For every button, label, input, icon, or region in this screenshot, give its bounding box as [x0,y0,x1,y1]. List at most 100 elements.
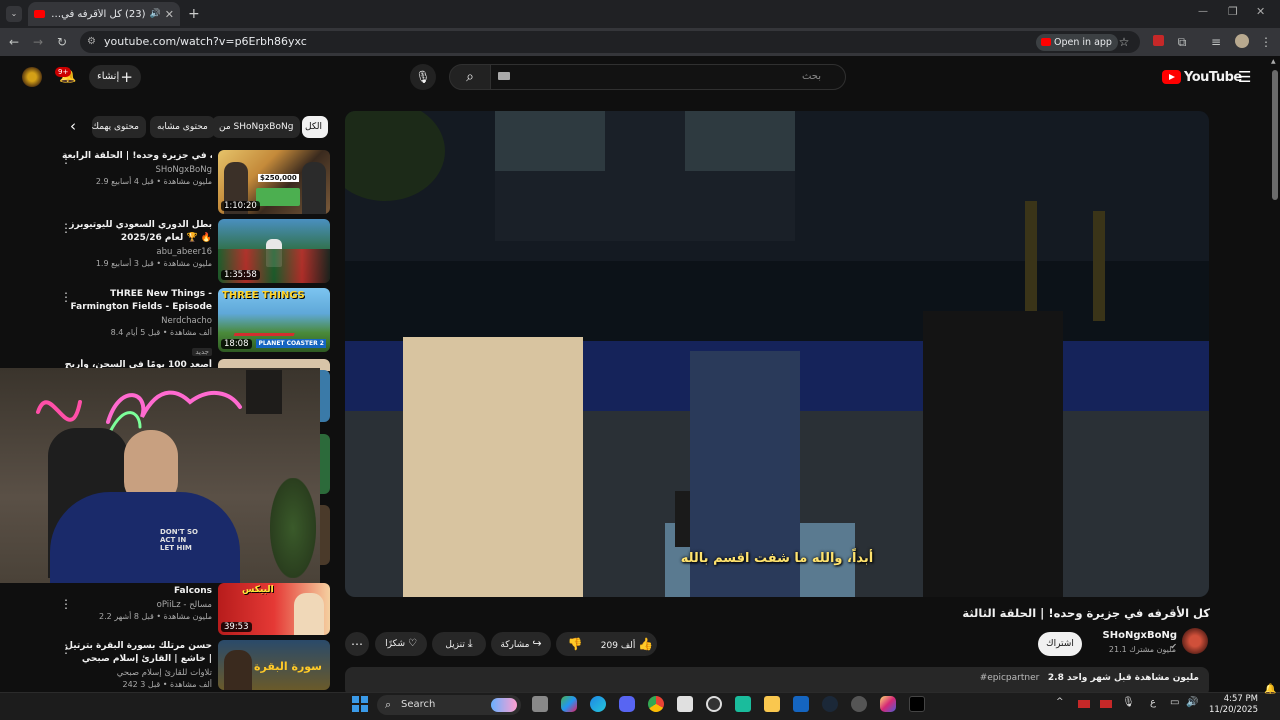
search-button[interactable]: ⌕ [449,64,491,90]
video-player[interactable]: أبداً، والله ما شفت اقسم بالله [345,111,1209,597]
forward-icon[interactable]: → [30,34,46,50]
tray-language[interactable]: ع [1150,697,1156,708]
sidebar-video-item[interactable]: ⋮ THREE New Things - Farmington Fields -… [60,288,330,356]
extensions-puzzle-icon[interactable]: ⧉ [1174,34,1190,50]
tray-red-app-icon[interactable] [1078,700,1090,708]
channel-name[interactable]: Nerdchacho [62,315,212,327]
subscribe-button[interactable]: اشتراك [1038,632,1082,656]
open-in-app-button[interactable]: Open in app [1036,34,1118,51]
tab-close-icon[interactable]: ✕ [165,8,174,21]
app-settings-icon[interactable] [851,696,867,712]
share-button[interactable]: مشاركة ↪ [491,632,551,656]
video-duration: 39:53 [221,622,252,632]
video-thumbnail-partial[interactable] [320,434,330,494]
page-scrollbar-thumb[interactable] [1272,70,1278,200]
create-button[interactable]: إنشاء + [89,65,141,89]
video-thumbnail[interactable]: THREE THINGS PLANET COASTER 2 18:08 [218,288,330,352]
tray-network-icon[interactable]: ▭ [1170,697,1179,708]
chip-all[interactable]: الكل [302,116,328,138]
taskbar-clock[interactable]: 4:57 PM 11/20/2025 [1202,694,1258,716]
sidebar-video-item[interactable]: ⋮ كل الأقرفه في جزيرة وحده! | الحلقة الر… [60,150,330,214]
taskbar-search[interactable]: ⌕ Search [377,695,521,715]
video-thumbnail[interactable]: البيكس 39:53 [218,583,330,635]
extension-red-icon[interactable] [1150,34,1166,50]
chip-related[interactable]: محتوى مشابه [150,116,215,138]
video-title[interactable]: THREE New Things - Farmington Fields - E… [62,288,212,314]
maximize-button[interactable]: ❐ [1228,5,1238,18]
video-scene [345,111,1209,597]
browser-tab[interactable]: ✕ 🔊 (23) كل الأقرفه في جزيرة وحد [28,2,180,26]
like-button[interactable]: 209 ألف 👍 [598,632,656,656]
windows-start-icon[interactable] [352,696,368,712]
tray-red-app-icon[interactable] [1100,700,1112,708]
tab-audio-icon[interactable]: 🔊 [150,9,161,19]
scroll-up-arrow-icon[interactable]: ▲ [1271,58,1276,65]
chip-from-channel[interactable]: من SHoNgxBoNg [212,116,301,138]
instagram-icon[interactable] [880,696,896,712]
youtube-logo[interactable]: YouTube [1162,68,1242,86]
search-keyboard-icon[interactable] [498,72,510,80]
tray-volume-icon[interactable]: 🔊 [1186,697,1198,708]
video-thumbnail-partial[interactable] [320,370,330,422]
video-title[interactable]: بطل الدوري السعودي لليوتيوبرز لعام 2025/… [62,219,212,245]
notification-center-icon[interactable]: 🔔 [1264,684,1276,695]
new-tab-button[interactable]: + [188,6,200,22]
video-duration: 18:08 [221,339,252,349]
tiktok-icon[interactable] [909,696,925,712]
app-teal-icon[interactable] [735,696,751,712]
tray-mic-icon[interactable]: 🎙 [1122,697,1135,708]
chrome-icon[interactable] [648,696,664,712]
description-hashtag[interactable]: #epicpartner [980,673,1040,683]
sidebar-video-item[interactable]: ⋮ حسن مرتلك بسورة البقرة بترتيل خاشع | ا… [60,640,330,690]
video-thumbnail[interactable]: $250,000 1:10:20 [218,150,330,214]
app-blue-icon[interactable] [793,696,809,712]
channel-name[interactable]: oPiiLz - مسالح [62,599,212,611]
video-thumbnail[interactable]: 1:35:58 [218,219,330,283]
tab-search-button[interactable]: ⌄ [6,6,22,22]
channel-avatar[interactable] [1182,628,1208,654]
account-avatar[interactable] [22,67,42,87]
tray-overflow-icon[interactable]: ^ [1056,697,1064,707]
discord-icon[interactable] [619,696,635,712]
create-label: إنشاء [97,71,120,82]
store-icon[interactable] [677,696,693,712]
site-info-icon[interactable]: ⚙ [87,31,96,53]
close-window-button[interactable]: ✕ [1256,5,1265,18]
profile-avatar-icon[interactable] [1234,34,1250,50]
task-view-icon[interactable] [532,696,548,712]
search-input[interactable]: بحث [490,64,846,90]
video-title[interactable]: كل الأقرفه في جزيرة وحده! | الحلقة الراب… [62,150,212,163]
edge-icon[interactable] [590,696,606,712]
chrome-menu-icon[interactable]: ⋮ [1258,34,1274,50]
url-text: youtube.com/watch?v=p6Erbh86yxc [104,35,307,48]
channel-name[interactable]: abu_abeer16 [62,246,212,258]
download-button[interactable]: تنزيل ⤓ [432,632,486,656]
video-thumbnail-partial[interactable] [320,505,330,565]
hamburger-menu-icon[interactable]: ☰ [1238,68,1251,86]
steam-icon[interactable] [822,696,838,712]
video-thumbnail[interactable]: سورة البقرة [218,640,330,690]
video-title[interactable]: Falcons [62,585,212,598]
copilot-icon[interactable] [561,696,577,712]
dislike-button[interactable]: 👎 [560,632,590,656]
video-title-main: كل الأقرفه في جزيرة وحده! | الحلقة الثال… [962,606,1210,620]
obs-icon[interactable] [706,696,722,712]
address-bar[interactable]: ⚙ youtube.com/watch?v=p6Erbh86yxc [80,31,1140,53]
minimize-button[interactable]: — [1198,6,1208,17]
thanks-button[interactable]: شكرًا ♡ [375,632,427,656]
chip-for-you[interactable]: محتوى يهمك [92,116,146,138]
video-title[interactable]: حسن مرتلك بسورة البقرة بترتيل خاشع | الق… [62,640,212,666]
back-icon[interactable]: ← [6,34,22,50]
chips-scroll-left-icon[interactable]: ‹ [70,117,76,135]
sidebar-video-item[interactable]: ⋮ Falcons oPiiLz - مسالح 2.2 مليون مشاهد… [60,583,330,635]
channel-name[interactable]: SHoNgxBoNg [62,164,212,176]
sidebar-video-item[interactable]: ⋮ بطل الدوري السعودي لليوتيوبرز لعام 202… [60,219,330,283]
reload-icon[interactable]: ↻ [54,34,70,50]
file-explorer-icon[interactable] [764,696,780,712]
reading-list-icon[interactable]: ≡ [1208,34,1224,50]
channel-name[interactable]: تلاوات للقارئ إسلام صبحي [62,667,212,679]
video-meta: THREE New Things - Farmington Fields - E… [62,288,212,358]
bookmark-star-icon[interactable]: ☆ [1116,34,1132,50]
voice-search-mic-icon[interactable]: 🎙 [410,64,436,90]
more-actions-button[interactable]: ⋯ [345,632,369,656]
